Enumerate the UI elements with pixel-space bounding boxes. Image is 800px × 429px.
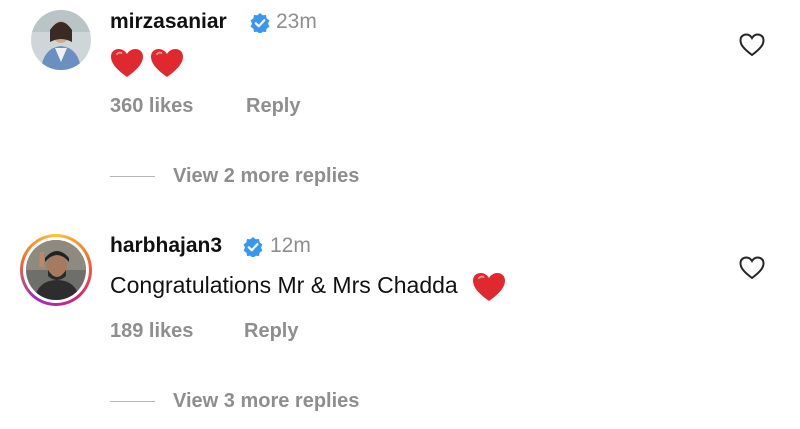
view-more-replies[interactable]: View 2 more replies [110, 165, 359, 188]
heart-outline-icon[interactable] [739, 256, 765, 280]
red-heart-emoji-icon [473, 273, 506, 301]
comment-text-row: Congratulations Mr & Mrs Chadda [110, 272, 506, 302]
comment-item: harbhajan3 12m Congratulations Mr & Mrs … [0, 0, 800, 342]
avatar-story-ring[interactable] [20, 234, 92, 306]
likes-count[interactable]: 189 likes [110, 320, 193, 343]
comment-text: Congratulations Mr & Mrs Chadda [110, 272, 458, 299]
view-more-replies[interactable]: View 3 more replies [110, 390, 359, 413]
divider [110, 401, 155, 402]
reply-button[interactable]: Reply [244, 320, 298, 343]
divider [110, 176, 155, 177]
view-replies-label[interactable]: View 3 more replies [173, 390, 359, 413]
view-replies-label[interactable]: View 2 more replies [173, 165, 359, 188]
verified-badge-icon [243, 237, 263, 257]
avatar[interactable] [26, 240, 86, 300]
username[interactable]: harbhajan3 [110, 234, 222, 258]
timestamp: 12m [270, 234, 311, 257]
